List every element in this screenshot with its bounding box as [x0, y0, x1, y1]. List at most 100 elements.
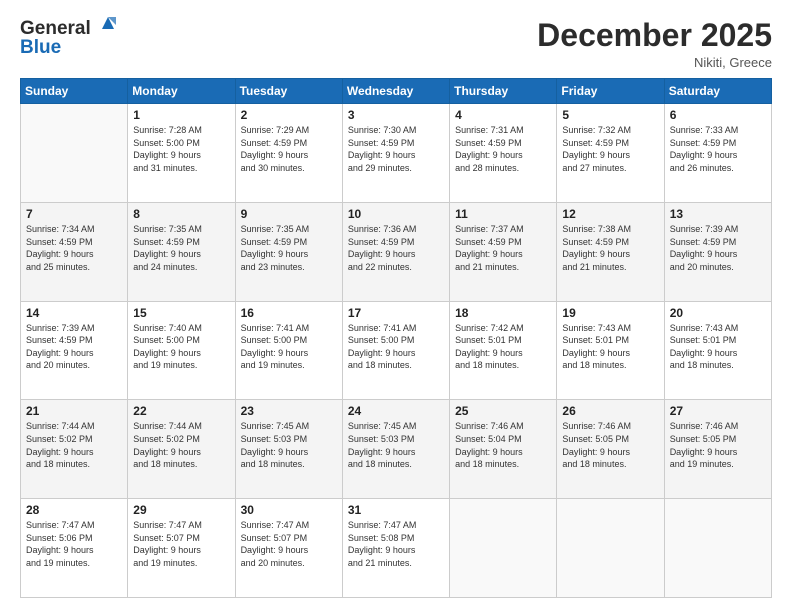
calendar-cell: 10Sunrise: 7:36 AM Sunset: 4:59 PM Dayli…	[342, 202, 449, 301]
calendar-cell	[21, 104, 128, 203]
page: General Blue December 2025 Nikiti, Greec…	[0, 0, 792, 612]
calendar-week-5: 28 Sunrise: 7:47 AM Sunset: 5:06 PM Dayli…	[21, 499, 772, 598]
calendar-cell: 24 Sunrise: 7:45 AM Sunset: 5:03 PM Dayli…	[342, 400, 449, 499]
day-number: 3	[348, 108, 444, 122]
day-number: 29	[133, 503, 229, 517]
day-number: 2	[241, 108, 337, 122]
day-info: Sunrise: 7:46 AM Sunset: 5:05 PM Dayligh…	[562, 420, 658, 470]
day-header-friday: Friday	[557, 79, 664, 104]
day-info: Sunrise: 7:41 AM Sunset: 5:00 PM Dayligh…	[241, 322, 337, 372]
day-number: 15	[133, 306, 229, 320]
day-info: Sunrise: 7:41 AM Sunset: 5:00 PM Dayligh…	[348, 322, 444, 372]
day-info: Sunrise: 7:43 AM Sunset: 5:01 PM Dayligh…	[670, 322, 766, 372]
day-info: Sunrise: 7:32 AM Sunset: 4:59 PM Dayligh…	[562, 124, 658, 174]
day-number: 8	[133, 207, 229, 221]
day-number: 1	[133, 108, 229, 122]
day-header-monday: Monday	[128, 79, 235, 104]
day-info: Sunrise: 7:40 AM Sunset: 5:00 PM Dayligh…	[133, 322, 229, 372]
day-number: 12	[562, 207, 658, 221]
day-info: Sunrise: 7:46 AM Sunset: 5:05 PM Dayligh…	[670, 420, 766, 470]
calendar-week-2: 7 Sunrise: 7:34 AM Sunset: 4:59 PM Daylig…	[21, 202, 772, 301]
day-info: Sunrise: 7:33 AM Sunset: 4:59 PM Dayligh…	[670, 124, 766, 174]
calendar-week-1: 1 Sunrise: 7:28 AM Sunset: 5:00 PM Daylig…	[21, 104, 772, 203]
calendar-cell: 17 Sunrise: 7:41 AM Sunset: 5:00 PM Dayli…	[342, 301, 449, 400]
day-number: 24	[348, 404, 444, 418]
day-number: 6	[670, 108, 766, 122]
calendar-cell: 9 Sunrise: 7:35 AM Sunset: 4:59 PM Daylig…	[235, 202, 342, 301]
day-number: 23	[241, 404, 337, 418]
day-number: 17	[348, 306, 444, 320]
calendar-cell: 3 Sunrise: 7:30 AM Sunset: 4:59 PM Daylig…	[342, 104, 449, 203]
calendar-cell: 29 Sunrise: 7:47 AM Sunset: 5:07 PM Dayli…	[128, 499, 235, 598]
calendar-cell: 16 Sunrise: 7:41 AM Sunset: 5:00 PM Dayli…	[235, 301, 342, 400]
day-info: Sunrise: 7:39 AM Sunset: 4:59 PM Dayligh…	[670, 223, 766, 273]
day-number: 21	[26, 404, 122, 418]
calendar-cell: 31Sunrise: 7:47 AM Sunset: 5:08 PM Dayli…	[342, 499, 449, 598]
day-info: Sunrise: 7:47 AM Sunset: 5:07 PM Dayligh…	[241, 519, 337, 569]
calendar-cell: 7 Sunrise: 7:34 AM Sunset: 4:59 PM Daylig…	[21, 202, 128, 301]
day-info: Sunrise: 7:43 AM Sunset: 5:01 PM Dayligh…	[562, 322, 658, 372]
day-number: 31	[348, 503, 444, 517]
day-header-tuesday: Tuesday	[235, 79, 342, 104]
day-info: Sunrise: 7:28 AM Sunset: 5:00 PM Dayligh…	[133, 124, 229, 174]
calendar-cell: 21 Sunrise: 7:44 AM Sunset: 5:02 PM Dayli…	[21, 400, 128, 499]
calendar-cell: 2 Sunrise: 7:29 AM Sunset: 4:59 PM Daylig…	[235, 104, 342, 203]
calendar-cell: 13Sunrise: 7:39 AM Sunset: 4:59 PM Dayli…	[664, 202, 771, 301]
day-number: 25	[455, 404, 551, 418]
day-number: 7	[26, 207, 122, 221]
day-info: Sunrise: 7:30 AM Sunset: 4:59 PM Dayligh…	[348, 124, 444, 174]
calendar-cell: 23 Sunrise: 7:45 AM Sunset: 5:03 PM Dayli…	[235, 400, 342, 499]
calendar-cell	[450, 499, 557, 598]
day-number: 9	[241, 207, 337, 221]
calendar-cell: 26 Sunrise: 7:46 AM Sunset: 5:05 PM Dayli…	[557, 400, 664, 499]
calendar-cell: 12Sunrise: 7:38 AM Sunset: 4:59 PM Dayli…	[557, 202, 664, 301]
day-number: 5	[562, 108, 658, 122]
calendar-cell: 1 Sunrise: 7:28 AM Sunset: 5:00 PM Daylig…	[128, 104, 235, 203]
calendar-cell: 11 Sunrise: 7:37 AM Sunset: 4:59 PM Dayli…	[450, 202, 557, 301]
day-number: 16	[241, 306, 337, 320]
day-info: Sunrise: 7:45 AM Sunset: 5:03 PM Dayligh…	[348, 420, 444, 470]
calendar-header-row: SundayMondayTuesdayWednesdayThursdayFrid…	[21, 79, 772, 104]
day-info: Sunrise: 7:47 AM Sunset: 5:06 PM Dayligh…	[26, 519, 122, 569]
calendar-cell: 20Sunrise: 7:43 AM Sunset: 5:01 PM Dayli…	[664, 301, 771, 400]
calendar-cell: 5 Sunrise: 7:32 AM Sunset: 4:59 PM Daylig…	[557, 104, 664, 203]
day-info: Sunrise: 7:31 AM Sunset: 4:59 PM Dayligh…	[455, 124, 551, 174]
calendar-cell: 19 Sunrise: 7:43 AM Sunset: 5:01 PM Dayli…	[557, 301, 664, 400]
location: Nikiti, Greece	[537, 55, 772, 70]
day-info: Sunrise: 7:35 AM Sunset: 4:59 PM Dayligh…	[133, 223, 229, 273]
day-header-wednesday: Wednesday	[342, 79, 449, 104]
day-info: Sunrise: 7:29 AM Sunset: 4:59 PM Dayligh…	[241, 124, 337, 174]
title-block: December 2025 Nikiti, Greece	[537, 18, 772, 70]
calendar-cell: 28 Sunrise: 7:47 AM Sunset: 5:06 PM Dayli…	[21, 499, 128, 598]
logo-icon	[98, 13, 118, 33]
logo-blue: Blue	[20, 38, 118, 59]
calendar-cell: 14 Sunrise: 7:39 AM Sunset: 4:59 PM Dayli…	[21, 301, 128, 400]
day-info: Sunrise: 7:34 AM Sunset: 4:59 PM Dayligh…	[26, 223, 122, 273]
calendar-cell: 30Sunrise: 7:47 AM Sunset: 5:07 PM Dayli…	[235, 499, 342, 598]
day-info: Sunrise: 7:39 AM Sunset: 4:59 PM Dayligh…	[26, 322, 122, 372]
day-number: 4	[455, 108, 551, 122]
day-info: Sunrise: 7:47 AM Sunset: 5:07 PM Dayligh…	[133, 519, 229, 569]
calendar: SundayMondayTuesdayWednesdayThursdayFrid…	[20, 78, 772, 598]
day-info: Sunrise: 7:46 AM Sunset: 5:04 PM Dayligh…	[455, 420, 551, 470]
calendar-week-3: 14 Sunrise: 7:39 AM Sunset: 4:59 PM Dayli…	[21, 301, 772, 400]
month-title: December 2025	[537, 18, 772, 53]
day-number: 28	[26, 503, 122, 517]
day-number: 14	[26, 306, 122, 320]
calendar-cell: 22Sunrise: 7:44 AM Sunset: 5:02 PM Dayli…	[128, 400, 235, 499]
day-header-thursday: Thursday	[450, 79, 557, 104]
day-number: 11	[455, 207, 551, 221]
calendar-cell: 25 Sunrise: 7:46 AM Sunset: 5:04 PM Dayli…	[450, 400, 557, 499]
day-info: Sunrise: 7:37 AM Sunset: 4:59 PM Dayligh…	[455, 223, 551, 273]
day-number: 10	[348, 207, 444, 221]
day-number: 19	[562, 306, 658, 320]
day-info: Sunrise: 7:42 AM Sunset: 5:01 PM Dayligh…	[455, 322, 551, 372]
calendar-cell: 6 Sunrise: 7:33 AM Sunset: 4:59 PM Daylig…	[664, 104, 771, 203]
header: General Blue December 2025 Nikiti, Greec…	[20, 18, 772, 70]
day-info: Sunrise: 7:44 AM Sunset: 5:02 PM Dayligh…	[26, 420, 122, 470]
day-info: Sunrise: 7:45 AM Sunset: 5:03 PM Dayligh…	[241, 420, 337, 470]
day-number: 18	[455, 306, 551, 320]
day-header-saturday: Saturday	[664, 79, 771, 104]
day-info: Sunrise: 7:35 AM Sunset: 4:59 PM Dayligh…	[241, 223, 337, 273]
day-number: 26	[562, 404, 658, 418]
